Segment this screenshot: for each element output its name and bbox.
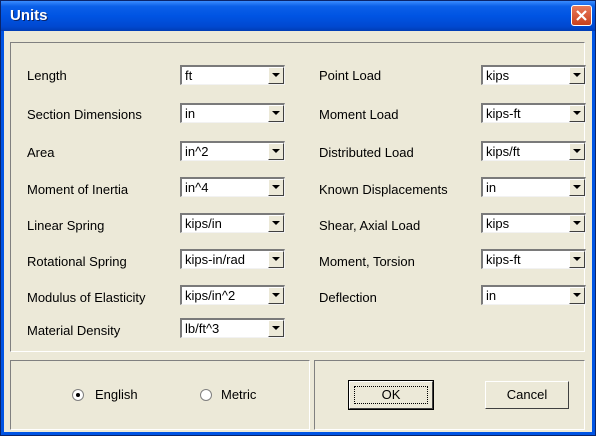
distributed-load-select[interactable]: kips/ft	[481, 141, 586, 161]
units-dialog: Units Length ft Section Dimensions in Ar…	[0, 0, 596, 436]
shear-axial-load-value: kips	[486, 216, 510, 231]
chevron-down-icon[interactable]	[569, 67, 585, 84]
section-dimensions-label: Section Dimensions	[27, 107, 142, 122]
rotational-spring-select[interactable]: kips-in/rad	[180, 249, 285, 269]
english-radio[interactable]	[72, 389, 84, 401]
area-value: in^2	[185, 144, 209, 159]
cancel-button[interactable]: Cancel	[485, 381, 569, 409]
rotational-spring-label: Rotational Spring	[27, 254, 127, 269]
moment-load-value: kips-ft	[486, 106, 521, 121]
moment-torsion-value: kips-ft	[486, 252, 521, 267]
chevron-down-icon[interactable]	[268, 67, 284, 84]
chevron-down-icon[interactable]	[569, 215, 585, 232]
window-title: Units	[10, 7, 48, 24]
units-fields-panel	[10, 42, 585, 352]
section-dimensions-value: in	[185, 106, 196, 121]
metric-label[interactable]: Metric	[221, 387, 256, 402]
chevron-down-icon[interactable]	[569, 143, 585, 160]
ok-button[interactable]: OK	[348, 380, 434, 410]
shear-axial-load-label: Shear, Axial Load	[319, 218, 421, 233]
section-dimensions-select[interactable]: in	[180, 103, 285, 123]
moment-load-select[interactable]: kips-ft	[481, 103, 586, 123]
cancel-button-label: Cancel	[506, 387, 548, 402]
linear-spring-label: Linear Spring	[27, 218, 105, 233]
moment-of-inertia-label: Moment of Inertia	[27, 182, 129, 197]
deflection-label: Deflection	[319, 290, 377, 305]
known-displacements-label: Known Displacements	[319, 182, 448, 197]
moment-of-inertia-value: in^4	[185, 180, 209, 195]
chevron-down-icon[interactable]	[268, 287, 284, 304]
distributed-load-value: kips/ft	[486, 144, 520, 159]
chevron-down-icon[interactable]	[268, 251, 284, 268]
title-bar[interactable]: Units	[1, 1, 595, 31]
material-density-value: lb/ft^3	[185, 321, 220, 336]
moment-of-inertia-select[interactable]: in^4	[180, 177, 285, 197]
moment-torsion-select[interactable]: kips-ft	[481, 249, 586, 269]
unit-system-panel	[10, 360, 310, 430]
chevron-down-icon[interactable]	[268, 143, 284, 160]
chevron-down-icon[interactable]	[268, 320, 284, 337]
english-label[interactable]: English	[95, 387, 138, 402]
point-load-label: Point Load	[319, 68, 382, 83]
length-label: Length	[27, 68, 67, 83]
modulus-of-elasticity-select[interactable]: kips/in^2	[180, 285, 285, 305]
moment-load-label: Moment Load	[319, 107, 399, 122]
chevron-down-icon[interactable]	[268, 105, 284, 122]
linear-spring-value: kips/in	[185, 216, 222, 231]
chevron-down-icon[interactable]	[268, 179, 284, 196]
length-value: ft	[185, 68, 193, 83]
modulus-of-elasticity-label: Modulus of Elasticity	[27, 290, 146, 305]
area-select[interactable]: in^2	[180, 141, 285, 161]
material-density-select[interactable]: lb/ft^3	[180, 318, 285, 338]
chevron-down-icon[interactable]	[569, 179, 585, 196]
distributed-load-label: Distributed Load	[319, 145, 414, 160]
chevron-down-icon[interactable]	[569, 251, 585, 268]
modulus-of-elasticity-value: kips/in^2	[185, 288, 236, 303]
point-load-select[interactable]: kips	[481, 65, 586, 85]
shear-axial-load-select[interactable]: kips	[481, 213, 586, 233]
deflection-select[interactable]: in	[481, 285, 586, 305]
chevron-down-icon[interactable]	[569, 105, 585, 122]
linear-spring-select[interactable]: kips/in	[180, 213, 285, 233]
known-displacements-select[interactable]: in	[481, 177, 586, 197]
close-icon	[576, 10, 587, 21]
known-displacements-value: in	[486, 180, 497, 195]
chevron-down-icon[interactable]	[268, 215, 284, 232]
close-button[interactable]	[571, 5, 592, 26]
point-load-value: kips	[486, 68, 510, 83]
material-density-label: Material Density	[27, 323, 121, 338]
focus-rectangle	[354, 386, 428, 404]
deflection-value: in	[486, 288, 497, 303]
rotational-spring-value: kips-in/rad	[185, 252, 245, 267]
area-label: Area	[27, 145, 55, 160]
metric-radio[interactable]	[200, 389, 212, 401]
moment-torsion-label: Moment, Torsion	[319, 254, 415, 269]
length-select[interactable]: ft	[180, 65, 285, 85]
chevron-down-icon[interactable]	[569, 287, 585, 304]
radio-selected-dot	[76, 393, 80, 397]
